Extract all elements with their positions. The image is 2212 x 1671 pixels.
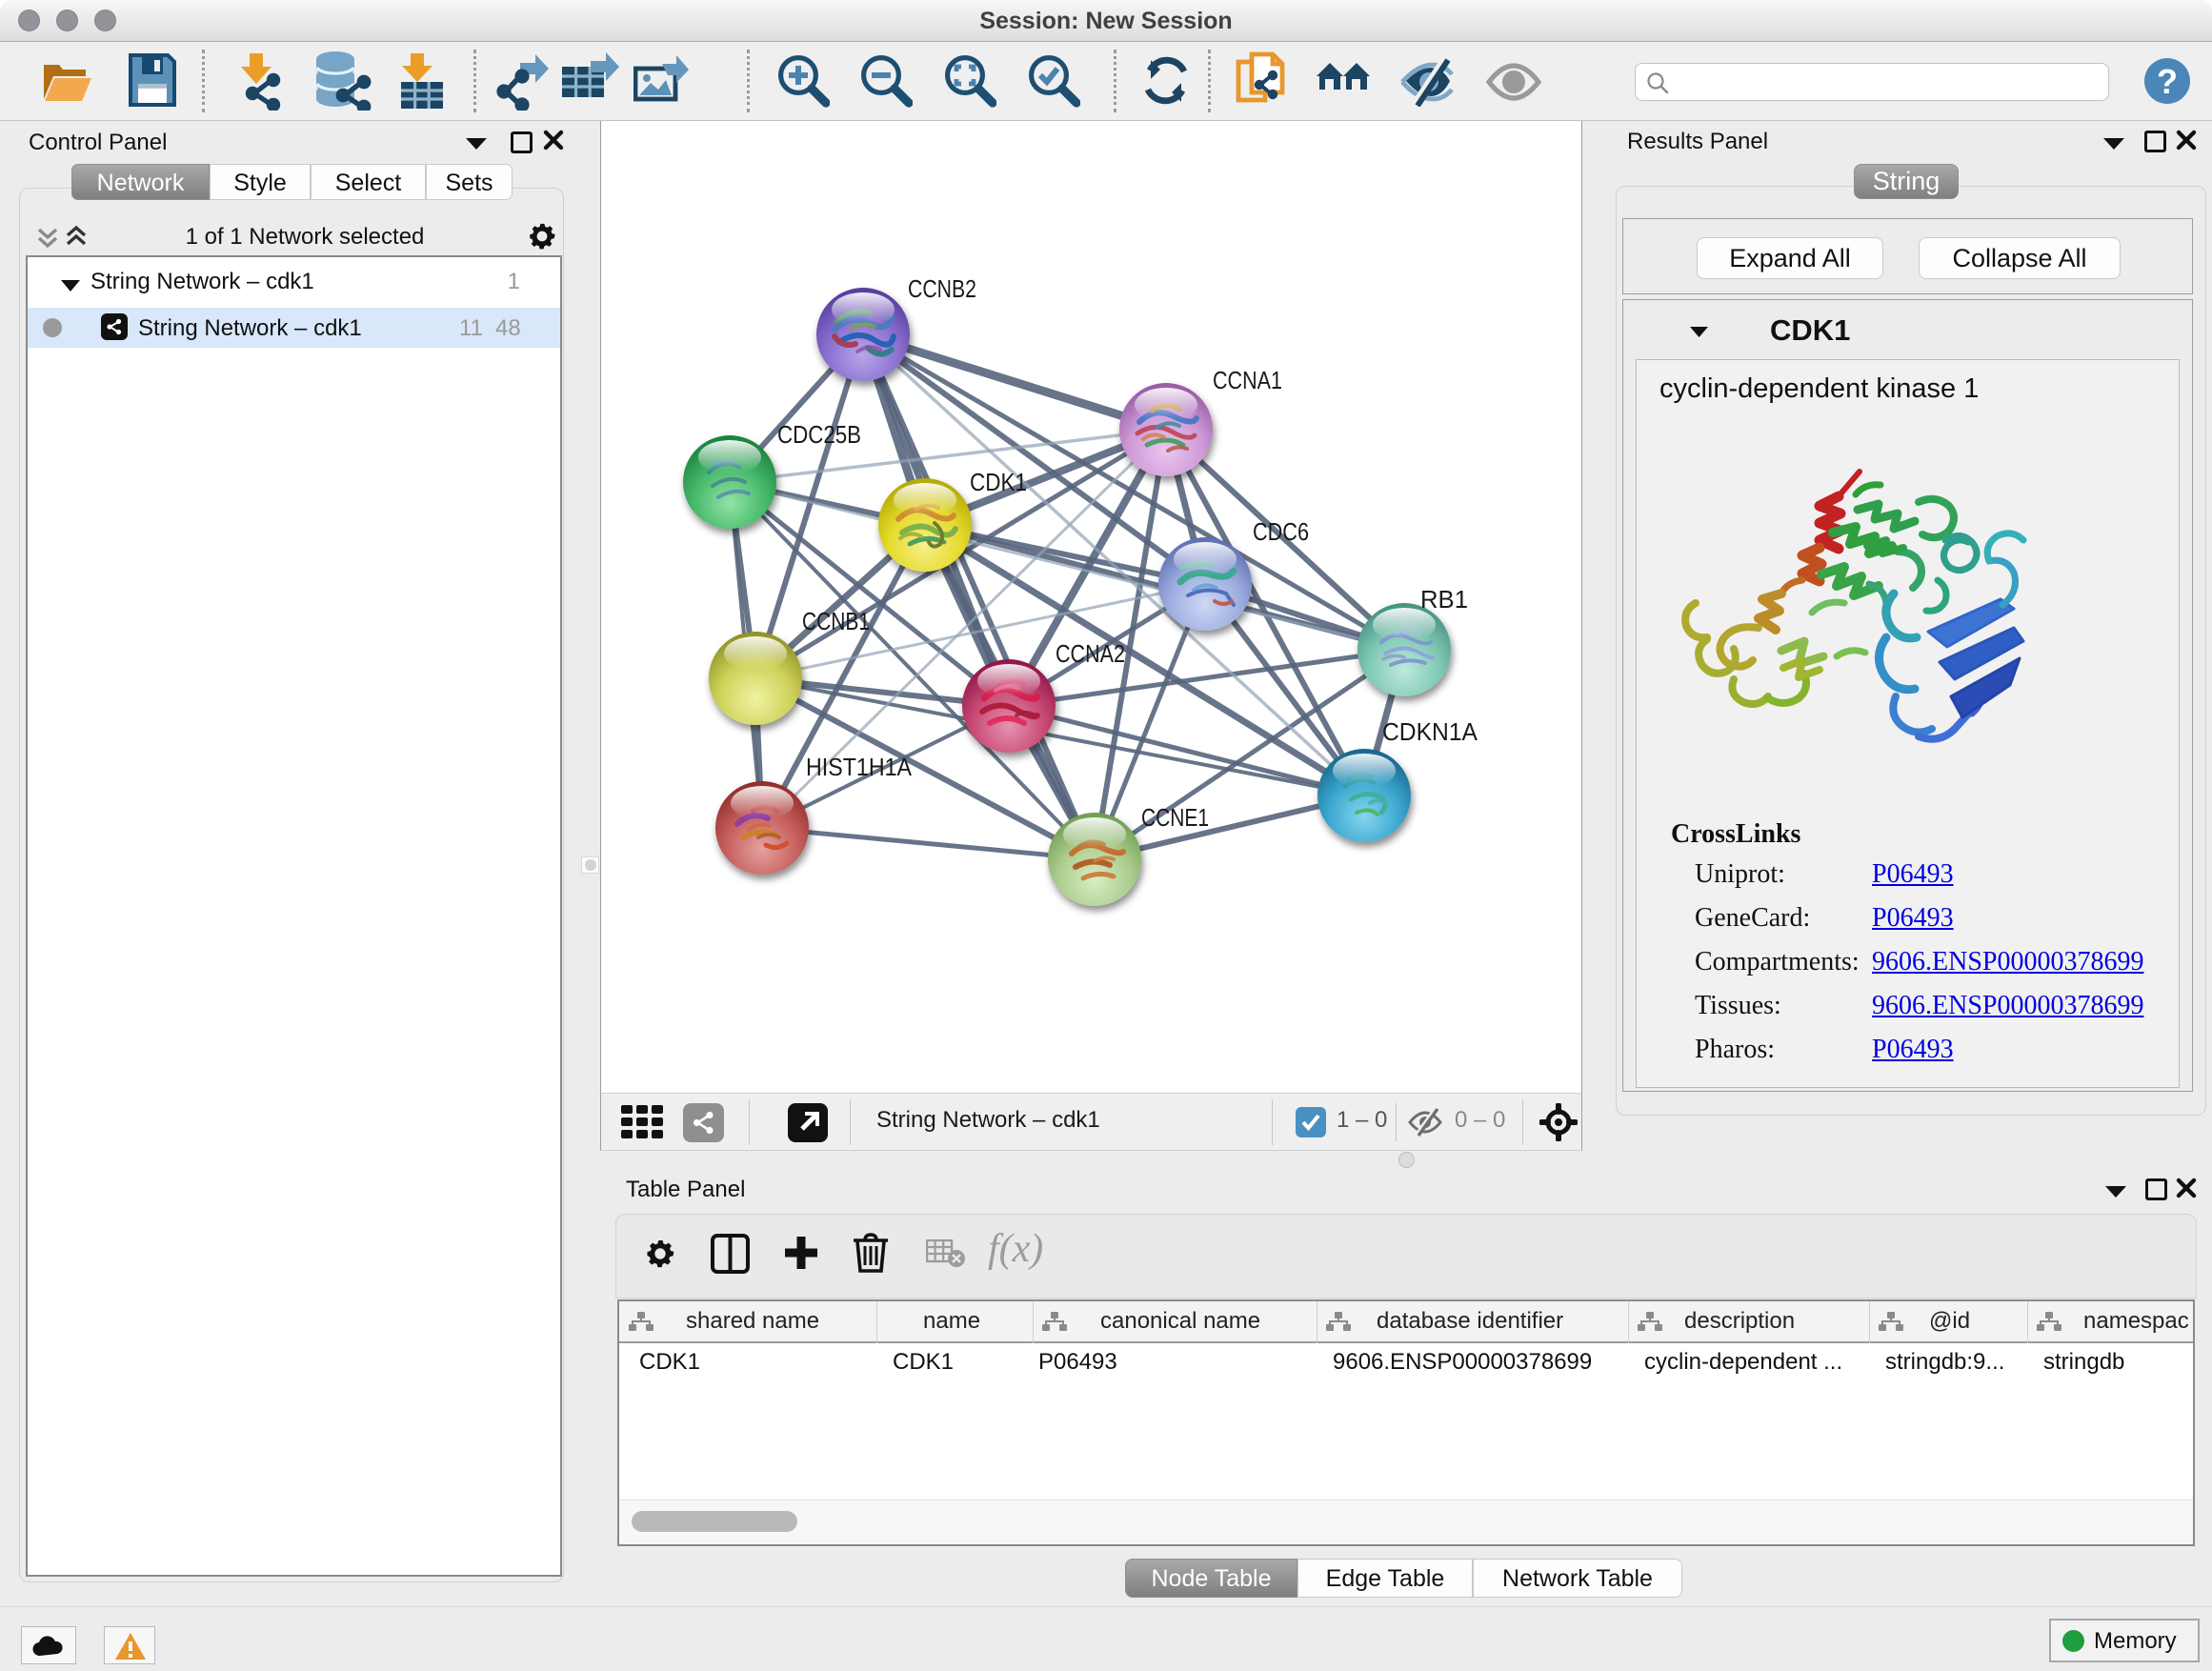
svg-text:CCNA1: CCNA1 bbox=[1213, 366, 1282, 394]
svg-text:CCNB1: CCNB1 bbox=[802, 607, 870, 635]
svg-text:CDKN1A: CDKN1A bbox=[1382, 717, 1478, 746]
svg-text:CDC25B: CDC25B bbox=[777, 420, 861, 449]
svg-text:CCNB2: CCNB2 bbox=[908, 274, 976, 303]
svg-text:?: ? bbox=[2157, 62, 2178, 101]
svg-text:HIST1H1A: HIST1H1A bbox=[806, 753, 913, 781]
svg-text:CCNA2: CCNA2 bbox=[1056, 639, 1125, 668]
svg-text:CDK1: CDK1 bbox=[970, 468, 1027, 496]
svg-text:CDC6: CDC6 bbox=[1253, 517, 1309, 546]
svg-text:CCNE1: CCNE1 bbox=[1141, 803, 1209, 832]
svg-text:RB1: RB1 bbox=[1420, 585, 1468, 614]
